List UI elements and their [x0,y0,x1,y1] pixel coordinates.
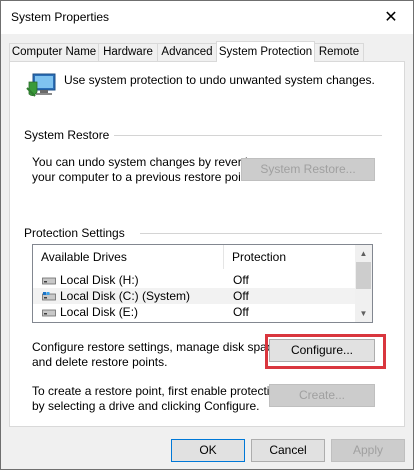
cancel-button[interactable]: Cancel [251,439,325,462]
tab-computer-name[interactable]: Computer Name [9,43,99,61]
window-title: System Properties [11,10,110,24]
group-divider [140,233,382,234]
system-restore-group-label: System Restore [24,128,110,142]
configure-description-1: Configure restore settings, manage disk … [32,340,283,354]
protection-status: Off [233,289,249,303]
system-restore-description-1: You can undo system changes by reverting [32,155,262,169]
protection-settings-group-label: Protection Settings [24,226,125,240]
create-description-1: To create a restore point, first enable … [32,384,283,398]
title-bar: System Properties ✕ [1,1,413,34]
table-row[interactable]: Local Disk (C:) (System) Off [33,288,355,304]
column-header-drives[interactable]: Available Drives [33,245,224,269]
scroll-down-icon[interactable]: ▼ [355,305,372,322]
system-restore-description-2: your computer to a previous restore poin… [32,170,255,184]
protection-status: Off [233,305,249,319]
system-restore-button[interactable]: System Restore... [241,158,375,181]
table-row[interactable]: Local Disk (E:) Off [33,304,355,320]
drive-name: Local Disk (C:) (System) [60,289,191,303]
system-protection-icon [26,73,56,97]
drive-name: Local Disk (H:) [60,273,139,287]
drive-name: Local Disk (E:) [60,305,139,319]
drives-list[interactable]: Available Drives Protection Local Disk (… [32,244,373,323]
tab-hardware[interactable]: Hardware [98,43,158,61]
scroll-thumb[interactable] [356,262,371,289]
scroll-up-icon[interactable]: ▲ [355,245,372,262]
system-drive-icon [42,292,56,301]
tab-system-protection[interactable]: System Protection [216,41,315,62]
apply-button[interactable]: Apply [331,439,405,462]
group-divider [114,135,382,136]
create-button[interactable]: Create... [269,384,375,407]
configure-description-2: and delete restore points. [32,355,168,369]
close-icon[interactable]: ✕ [373,2,409,33]
system-properties-window: System Properties ✕ Computer Name Hardwa… [0,0,414,470]
tab-advanced[interactable]: Advanced [157,43,217,61]
drive-icon [42,309,56,317]
ok-button[interactable]: OK [171,439,245,462]
column-header-protection[interactable]: Protection [224,245,355,269]
list-scrollbar[interactable]: ▲ ▼ [355,245,372,322]
create-description-2: by selecting a drive and clicking Config… [32,399,260,413]
configure-button[interactable]: Configure... [269,339,375,362]
drive-icon [42,277,56,285]
protection-status: Off [233,273,249,287]
intro-text: Use system protection to undo unwanted s… [64,73,375,87]
table-row[interactable]: Local Disk (H:) Off [33,272,355,288]
tab-remote[interactable]: Remote [314,43,364,61]
list-header: Available Drives Protection [33,245,355,269]
